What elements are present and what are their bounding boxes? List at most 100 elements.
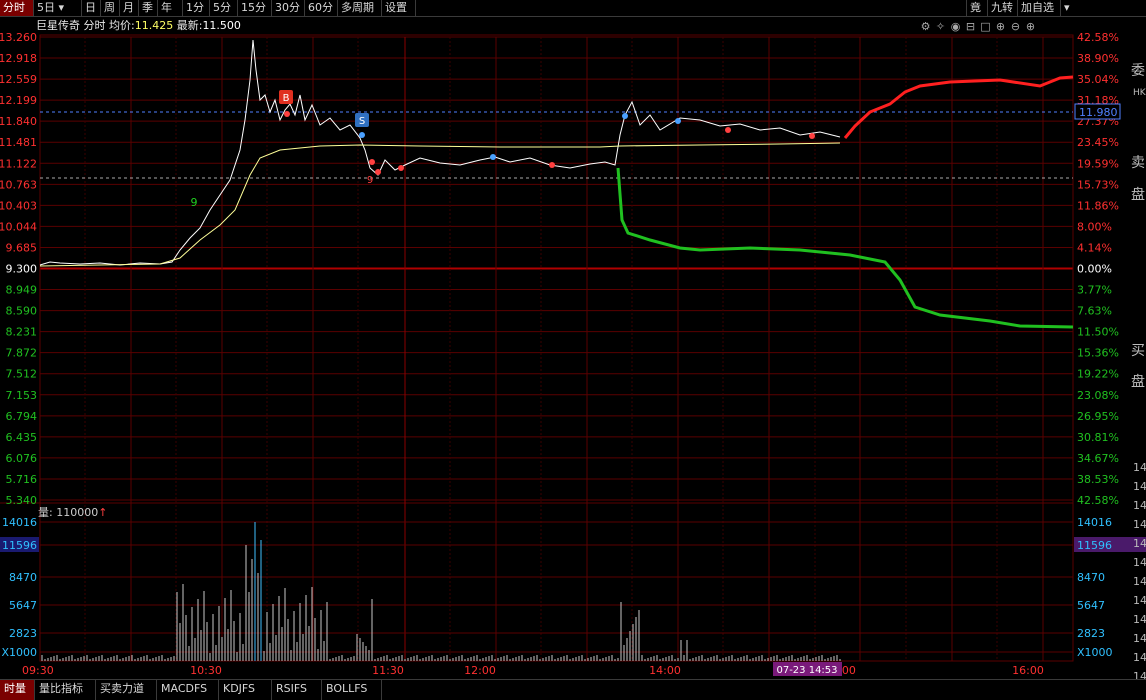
trade-dot-marker (375, 169, 381, 175)
percent-tick-label: 35.04% (1077, 73, 1119, 86)
percent-tick-label: 34.67% (1077, 452, 1119, 465)
percent-tick-label: 0.00% (1077, 263, 1112, 276)
side-num: 14 (1133, 518, 1146, 531)
price-tick-label: 12.199 (0, 94, 37, 107)
price-tick-label: 11.481 (0, 136, 37, 149)
side-num: 14 (1133, 613, 1146, 626)
time-tick-label: 09:30 (22, 664, 54, 677)
price-tick-label: 10.403 (0, 199, 37, 212)
trade-dot-marker (725, 127, 731, 133)
volume-value: 110000 (56, 506, 99, 519)
price-tick-label: 12.918 (0, 52, 37, 65)
volume-tick-label: 11596 (1077, 539, 1112, 552)
tab-macdfs[interactable]: MACDFS (157, 680, 219, 700)
volume-tick-label: X1000 (1, 646, 37, 659)
time-tick-label: 16:00 (1012, 664, 1044, 677)
cursor-time-label: 07-23 14:53 (776, 665, 837, 676)
price-tick-label: 10.763 (0, 178, 37, 191)
price-tag-text: 11.980 (1079, 106, 1118, 119)
trade-dot-marker (398, 165, 404, 171)
percent-tick-label: 15.36% (1077, 347, 1119, 360)
time-tick-label: 14:00 (649, 664, 681, 677)
side-label-ask: 盘 (1131, 187, 1145, 203)
price-tick-label: 9.685 (6, 241, 38, 254)
volume-tick-label: 2823 (1077, 627, 1105, 640)
percent-tick-label: 7.63% (1077, 305, 1112, 318)
percent-tick-label: 23.45% (1077, 136, 1119, 149)
volume-tick-label: 5647 (1077, 599, 1105, 612)
time-tick-label: 12:00 (464, 664, 496, 677)
price-tick-label: 7.153 (6, 389, 38, 402)
time-tick-label: 11:30 (372, 664, 404, 677)
price-tick-label: 11.122 (0, 157, 37, 170)
chart-frame (39, 34, 1074, 662)
side-label-order: 委 (1131, 63, 1145, 79)
tab-kdjfs[interactable]: KDJFS (219, 680, 272, 700)
sell-pressure-line (843, 75, 1074, 139)
nine-turn-marker: 9 (367, 175, 373, 186)
percent-tick-label: 38.90% (1077, 52, 1119, 65)
side-label-buy: 买 (1131, 343, 1145, 359)
price-tick-label: 5.716 (6, 473, 38, 486)
price-tick-label: 5.340 (6, 494, 38, 507)
price-tick-label: 13.260 (0, 31, 37, 44)
percent-tick-label: 42.58% (1077, 494, 1119, 507)
volume-tick-label: 14016 (1077, 516, 1112, 529)
percent-tick-label: 23.08% (1077, 389, 1119, 402)
percent-tick-label: 19.22% (1077, 368, 1119, 381)
trade-dot-marker (675, 118, 681, 124)
side-num: 14 (1133, 480, 1146, 493)
price-tick-label: 6.435 (6, 431, 38, 444)
percent-tick-label: 15.73% (1077, 178, 1119, 191)
trade-dot-marker (284, 111, 290, 117)
volume-tick-label: 11596 (2, 539, 37, 552)
price-tick-label: 8.231 (6, 326, 38, 339)
side-num: 14 (1133, 461, 1146, 474)
volume-legend: 量: 110000↑ (38, 504, 107, 520)
nine-turn-marker: 9 (191, 196, 198, 209)
tab-buy-sell-power[interactable]: 买卖力道 (96, 680, 157, 700)
price-tick-label: 8.590 (6, 305, 38, 318)
volume-label: 量: (38, 506, 53, 519)
side-num: 14 (1133, 575, 1146, 588)
volume-tick-label: 8470 (9, 571, 37, 584)
intraday-chart[interactable]: 13.260 42.58% 12.918 38.90% 12.559 35.04% 12.1… (0, 0, 1146, 679)
side-num: 14 (1133, 537, 1146, 550)
price-tick-label: 7.512 (6, 368, 38, 381)
buy-signal-label: B (283, 93, 290, 104)
side-num: 14 (1133, 594, 1146, 607)
tab-rsifs[interactable]: RSIFS (272, 680, 322, 700)
trade-dot-marker (369, 159, 375, 165)
side-num: 14 (1133, 632, 1146, 645)
price-line (39, 39, 841, 266)
trade-dot-marker (359, 132, 365, 138)
volume-tick-label: 5647 (9, 599, 37, 612)
percent-tick-label: 30.81% (1077, 431, 1119, 444)
tab-volume-ratio[interactable]: 量比指标 (35, 680, 96, 700)
price-tick-label: 11.840 (0, 115, 37, 128)
price-tick-label: 6.076 (6, 452, 38, 465)
side-num: 14 (1133, 556, 1146, 569)
trade-dot-marker (622, 113, 628, 119)
sell-signal-label: S (359, 116, 365, 127)
price-tick-label: 8.949 (6, 284, 38, 297)
trade-dot-marker (490, 154, 496, 160)
price-tick-label: 12.559 (0, 73, 37, 86)
percent-tick-label: 38.53% (1077, 473, 1119, 486)
percent-tick-label: 19.59% (1077, 157, 1119, 170)
percent-tick-label: 11.50% (1077, 326, 1119, 339)
percent-tick-label: 3.77% (1077, 284, 1112, 297)
price-tick-label: 10.044 (0, 220, 37, 233)
trade-dot-marker (809, 133, 815, 139)
percent-tick-label: 26.95% (1077, 410, 1119, 423)
tab-bollfs[interactable]: BOLLFS (322, 680, 382, 700)
side-hk: HK (1133, 88, 1146, 98)
indicator-toolbar: 时量 量比指标 买卖力道 MACDFS KDJFS RSIFS BOLLFS (0, 679, 1146, 700)
tab-time-volume[interactable]: 时量 (0, 680, 35, 700)
side-num: 14 (1133, 499, 1146, 512)
percent-tick-label: 11.86% (1077, 199, 1119, 212)
price-tick-label: 9.300 (6, 263, 38, 276)
time-tick-label: 10:30 (190, 664, 222, 677)
trade-dot-marker (549, 162, 555, 168)
percent-tick-label: 8.00% (1077, 220, 1112, 233)
